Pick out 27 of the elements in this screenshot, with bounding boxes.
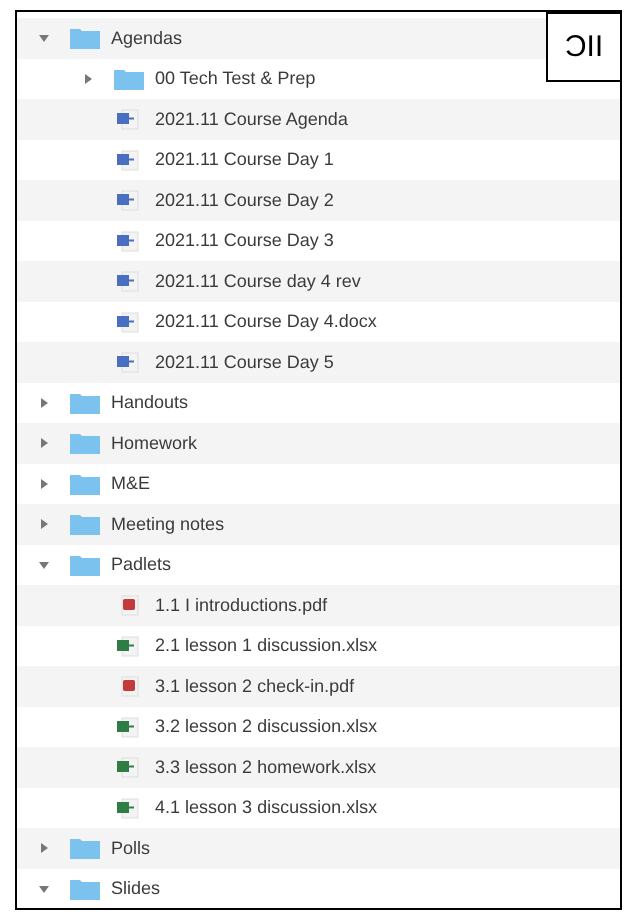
folder-name[interactable]: Polls (111, 838, 150, 859)
file-name[interactable]: 2021.11 Course day 4 rev (155, 270, 361, 292)
folder-name[interactable]: Agendas (111, 28, 182, 49)
folder-name[interactable]: M&E (111, 473, 150, 494)
folder-icon (69, 836, 101, 860)
file-name[interactable]: 2021.11 Course Day 1 (155, 149, 334, 170)
file-name[interactable]: 1.1 I introductions.pdf (155, 594, 328, 616)
file-name[interactable]: 2021.11 Course Day 3 (155, 230, 334, 252)
folder-icon (69, 512, 101, 536)
file-name[interactable]: 2021.11 Course Day 5 (155, 352, 334, 373)
folder-name[interactable]: Slides (111, 878, 160, 900)
file-name[interactable]: 3.1 lesson 2 check-in.pdf (155, 676, 354, 697)
file-name[interactable]: 2021.11 Course Day 2 (155, 190, 334, 211)
file-name[interactable]: 4.1 lesson 3 discussion.xlsx (155, 797, 378, 818)
file-name[interactable]: 2021.11 Course Agenda (155, 108, 348, 130)
folder-icon (69, 431, 101, 456)
folder-name[interactable]: Homework (111, 432, 198, 454)
file-name[interactable]: 3.2 lesson 2 discussion.xlsx (155, 716, 378, 738)
file-name[interactable]: 3.3 lesson 2 homework.xlsx (155, 756, 376, 778)
folder-name[interactable]: Meeting notes (111, 514, 224, 535)
folder-name[interactable]: Handouts (111, 392, 188, 414)
panel-label: ƆII (546, 12, 620, 82)
folder-icon (69, 26, 101, 50)
folder-name[interactable]: Padlets (111, 554, 172, 576)
file-name[interactable]: 2021.11 Course Day 4.docx (155, 311, 377, 332)
folder-name[interactable]: 00 Tech Test & Prep (155, 68, 316, 90)
file-name[interactable]: 2.1 lesson 1 discussion.xlsx (155, 635, 378, 656)
